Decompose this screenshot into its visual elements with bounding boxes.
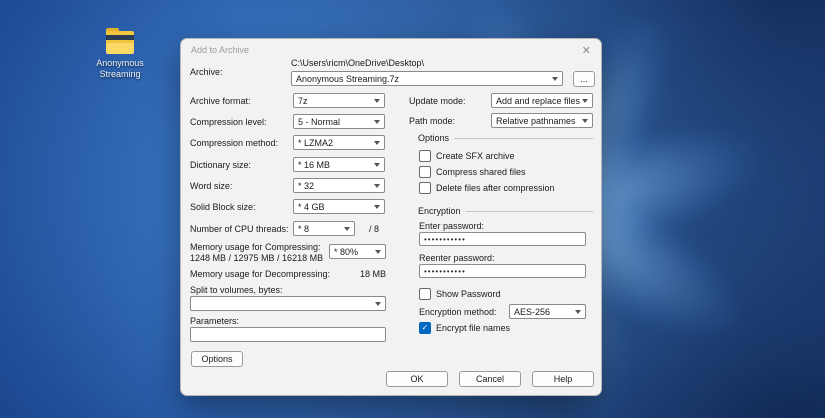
compression-method-select[interactable]: * LZMA2 bbox=[293, 135, 385, 150]
delete-after-label: Delete files after compression bbox=[436, 183, 555, 193]
group-divider bbox=[466, 211, 593, 212]
dictionary-size-value: * 16 MB bbox=[298, 160, 330, 170]
path-mode-select[interactable]: Relative pathnames bbox=[491, 113, 593, 128]
desktop-icon-anonymous-streaming[interactable]: Anonymous Streaming bbox=[86, 28, 154, 80]
checkbox-icon bbox=[419, 166, 431, 178]
solid-block-size-label: Solid Block size: bbox=[190, 202, 256, 212]
chevron-down-icon bbox=[374, 99, 380, 103]
path-mode-label: Path mode: bbox=[409, 116, 455, 126]
checkbox-icon bbox=[419, 150, 431, 162]
chevron-down-icon bbox=[344, 227, 350, 231]
create-sfx-checkbox[interactable]: Create SFX archive bbox=[419, 150, 515, 162]
enter-password-input[interactable]: ••••••••••• bbox=[419, 232, 586, 246]
archive-name-combobox[interactable]: Anonymous Streaming.7z bbox=[291, 71, 563, 86]
solid-block-size-value: * 4 GB bbox=[298, 202, 325, 212]
chevron-down-icon bbox=[374, 141, 380, 145]
chevron-down-icon bbox=[582, 99, 588, 103]
chevron-down-icon bbox=[582, 119, 588, 123]
compress-shared-label: Compress shared files bbox=[436, 167, 526, 177]
cpu-threads-value: * 8 bbox=[298, 224, 309, 234]
encryption-group-header: Encryption bbox=[418, 206, 593, 216]
memory-compress-select-value: * 80% bbox=[334, 247, 358, 257]
update-mode-label: Update mode: bbox=[409, 96, 466, 106]
compression-level-value: 5 - Normal bbox=[298, 117, 340, 127]
solid-block-size-select[interactable]: * 4 GB bbox=[293, 199, 385, 214]
show-password-label: Show Password bbox=[436, 289, 501, 299]
help-button[interactable]: Help bbox=[532, 371, 594, 387]
word-size-select[interactable]: * 32 bbox=[293, 178, 385, 193]
reenter-password-input[interactable]: ••••••••••• bbox=[419, 264, 586, 278]
checkbox-icon bbox=[419, 182, 431, 194]
compression-method-label: Compression method: bbox=[190, 138, 278, 148]
show-password-checkbox[interactable]: Show Password bbox=[419, 288, 501, 300]
archive-name-value: Anonymous Streaming.7z bbox=[296, 74, 399, 84]
cpu-threads-select[interactable]: * 8 bbox=[293, 221, 355, 236]
enter-password-label: Enter password: bbox=[419, 221, 484, 231]
chevron-down-icon bbox=[375, 250, 381, 254]
chevron-down-icon bbox=[374, 205, 380, 209]
delete-after-checkbox[interactable]: Delete files after compression bbox=[419, 182, 555, 194]
dictionary-size-label: Dictionary size: bbox=[190, 160, 251, 170]
split-volumes-label: Split to volumes, bytes: bbox=[190, 285, 283, 295]
cpu-threads-max: / 8 bbox=[369, 224, 379, 234]
options-button[interactable]: Options bbox=[191, 351, 243, 367]
desktop-wallpaper: Anonymous Streaming Add to Archive ✕ Arc… bbox=[0, 0, 825, 418]
browse-button[interactable]: ... bbox=[573, 71, 595, 87]
close-icon[interactable]: ✕ bbox=[582, 44, 591, 57]
checkbox-icon bbox=[419, 288, 431, 300]
cancel-button[interactable]: Cancel bbox=[459, 371, 521, 387]
options-group-header: Options bbox=[418, 133, 593, 143]
encrypt-file-names-checkbox[interactable]: ✓ Encrypt file names bbox=[419, 322, 510, 334]
archive-format-label: Archive format: bbox=[190, 96, 251, 106]
memory-decompress-label: Memory usage for Decompressing: bbox=[190, 269, 330, 279]
create-sfx-label: Create SFX archive bbox=[436, 151, 515, 161]
word-size-value: * 32 bbox=[298, 181, 314, 191]
archive-label: Archive: bbox=[190, 67, 223, 77]
split-volumes-combobox[interactable] bbox=[190, 296, 386, 311]
compression-level-label: Compression level: bbox=[190, 117, 267, 127]
chevron-down-icon bbox=[374, 163, 380, 167]
chevron-down-icon bbox=[552, 77, 558, 81]
update-mode-select[interactable]: Add and replace files bbox=[491, 93, 593, 108]
memory-compress-select[interactable]: * 80% bbox=[329, 244, 386, 259]
path-mode-value: Relative pathnames bbox=[496, 116, 576, 126]
compression-level-select[interactable]: 5 - Normal bbox=[293, 114, 385, 129]
reenter-password-label: Reenter password: bbox=[419, 253, 495, 263]
archive-format-select[interactable]: 7z bbox=[293, 93, 385, 108]
encryption-method-select[interactable]: AES-256 bbox=[509, 304, 586, 319]
dictionary-size-select[interactable]: * 16 MB bbox=[293, 157, 385, 172]
memory-decompress-value: 18 MB bbox=[331, 269, 386, 279]
ok-button[interactable]: OK bbox=[386, 371, 448, 387]
chevron-down-icon bbox=[375, 302, 381, 306]
parameters-label: Parameters: bbox=[190, 316, 239, 326]
reenter-password-value: ••••••••••• bbox=[424, 267, 466, 276]
archive-format-value: 7z bbox=[298, 96, 308, 106]
compression-method-value: * LZMA2 bbox=[298, 138, 333, 148]
dialog-title: Add to Archive bbox=[191, 45, 249, 55]
cpu-threads-label: Number of CPU threads: bbox=[190, 224, 289, 234]
archive-path: C:\Users\ricm\OneDrive\Desktop\ bbox=[291, 58, 424, 68]
encryption-method-value: AES-256 bbox=[514, 307, 550, 317]
update-mode-value: Add and replace files bbox=[496, 96, 580, 106]
chevron-down-icon bbox=[374, 184, 380, 188]
encryption-method-label: Encryption method: bbox=[419, 307, 497, 317]
enter-password-value: ••••••••••• bbox=[424, 235, 466, 244]
parameters-input[interactable] bbox=[190, 327, 386, 342]
folder-icon bbox=[103, 28, 137, 54]
options-group-label: Options bbox=[418, 133, 449, 143]
checkbox-checked-icon: ✓ bbox=[419, 322, 431, 334]
encryption-group-label: Encryption bbox=[418, 206, 461, 216]
desktop-icon-label: Anonymous Streaming bbox=[86, 58, 154, 80]
chevron-down-icon bbox=[374, 120, 380, 124]
add-to-archive-dialog: Add to Archive ✕ Archive: C:\Users\ricm\… bbox=[180, 38, 602, 396]
memory-compress-values: 1248 MB / 12975 MB / 16218 MB bbox=[190, 253, 323, 263]
group-divider bbox=[454, 138, 593, 139]
chevron-down-icon bbox=[575, 310, 581, 314]
word-size-label: Word size: bbox=[190, 181, 232, 191]
encrypt-file-names-label: Encrypt file names bbox=[436, 323, 510, 333]
compress-shared-checkbox[interactable]: Compress shared files bbox=[419, 166, 526, 178]
memory-compress-label: Memory usage for Compressing: bbox=[190, 242, 321, 252]
